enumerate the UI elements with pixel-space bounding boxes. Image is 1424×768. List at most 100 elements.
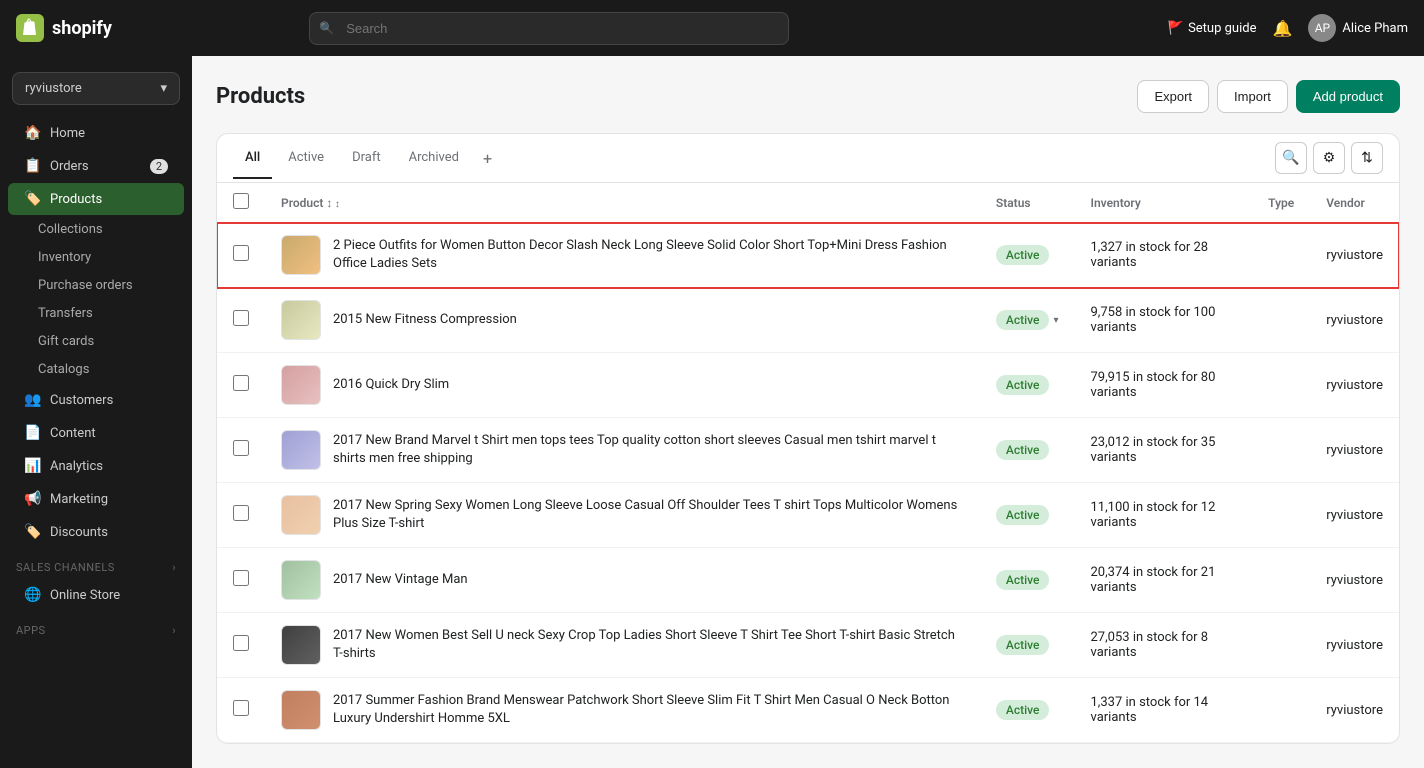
inventory-cell: 9,758 in stock for 100 variants [1075, 288, 1253, 353]
status-badge: Active [996, 375, 1050, 395]
select-all-checkbox[interactable] [233, 193, 249, 209]
type-cell [1252, 353, 1310, 418]
sidebar-subitem-inventory[interactable]: Inventory [8, 244, 184, 271]
row-checkbox[interactable] [233, 570, 249, 586]
product-thumbnail [281, 625, 321, 665]
add-product-button[interactable]: Add product [1296, 80, 1400, 113]
row-checkbox[interactable] [233, 245, 249, 261]
sidebar-item-customers[interactable]: 👥 Customers [8, 384, 184, 416]
online-store-icon: 🌐 [24, 587, 40, 603]
notifications-button[interactable]: 🔔 [1272, 19, 1292, 38]
column-vendor: Vendor [1310, 183, 1399, 223]
table-row[interactable]: 2016 Quick Dry SlimActive79,915 in stock… [217, 353, 1399, 418]
row-checkbox[interactable] [233, 375, 249, 391]
sidebar-subitem-collections[interactable]: Collections [8, 216, 184, 243]
store-selector[interactable]: ryviustore ▾ [12, 72, 180, 105]
tab-active[interactable]: Active [276, 138, 336, 179]
export-button[interactable]: Export [1137, 80, 1209, 113]
table-row[interactable]: 2017 Summer Fashion Brand Menswear Patch… [217, 678, 1399, 743]
orders-badge: 2 [150, 159, 168, 174]
sidebar-item-online-store[interactable]: 🌐 Online Store [8, 579, 184, 611]
sidebar-item-orders[interactable]: 📋 Orders 2 [8, 150, 184, 182]
sales-channels-label: Sales channels › [0, 549, 192, 578]
topnav-right: 🚩 Setup guide 🔔 AP Alice Pham [1168, 14, 1408, 42]
sidebar-item-label: Home [50, 126, 85, 141]
customers-icon: 👥 [24, 392, 40, 408]
sidebar-item-products[interactable]: 🏷️ Products [8, 183, 184, 215]
tab-draft[interactable]: Draft [340, 138, 393, 179]
status-dropdown-icon[interactable]: ▾ [1053, 315, 1058, 326]
sidebar-subitem-gift-cards[interactable]: Gift cards [8, 328, 184, 355]
row-checkbox[interactable] [233, 700, 249, 716]
status-badge: Active [996, 310, 1050, 330]
row-checkbox[interactable] [233, 440, 249, 456]
setup-guide-button[interactable]: 🚩 Setup guide [1168, 21, 1257, 36]
row-checkbox[interactable] [233, 310, 249, 326]
sidebar-subitem-catalogs[interactable]: Catalogs [8, 356, 184, 383]
product-thumbnail [281, 495, 321, 535]
sidebar-item-content[interactable]: 📄 Content [8, 417, 184, 449]
chevron-down-icon: ▾ [160, 81, 167, 96]
product-name: 2017 Summer Fashion Brand Menswear Patch… [333, 692, 964, 728]
table-row[interactable]: 2017 New Women Best Sell U neck Sexy Cro… [217, 613, 1399, 678]
header-actions: Export Import Add product [1137, 80, 1400, 113]
top-navigation: shopify 🚩 Setup guide 🔔 AP Alice Pham [0, 0, 1424, 56]
vendor-cell: ryviustore [1310, 548, 1399, 613]
sidebar-item-marketing[interactable]: 📢 Marketing [8, 483, 184, 515]
user-name: Alice Pham [1342, 21, 1408, 36]
table-row[interactable]: 2017 New Brand Marvel t Shirt men tops t… [217, 418, 1399, 483]
inventory-cell: 20,374 in stock for 21 variants [1075, 548, 1253, 613]
column-product[interactable]: Product ↕ [265, 183, 980, 223]
search-bar[interactable] [309, 12, 789, 45]
sidebar-item-discounts[interactable]: 🏷️ Discounts [8, 516, 184, 548]
sidebar-item-label: Analytics [50, 459, 103, 474]
table-row[interactable]: 2017 New Spring Sexy Women Long Sleeve L… [217, 483, 1399, 548]
import-button[interactable]: Import [1217, 80, 1288, 113]
product-name: 2017 New Women Best Sell U neck Sexy Cro… [333, 627, 964, 663]
inventory-cell: 11,100 in stock for 12 variants [1075, 483, 1253, 548]
product-name: 2017 New Brand Marvel t Shirt men tops t… [333, 432, 964, 468]
apps-expand-icon[interactable]: › [172, 624, 176, 637]
sidebar-item-label: Marketing [50, 492, 108, 507]
vendor-cell: ryviustore [1310, 613, 1399, 678]
inventory-cell: 1,337 in stock for 14 variants [1075, 678, 1253, 743]
flag-icon: 🚩 [1168, 21, 1184, 36]
vendor-cell: ryviustore [1310, 418, 1399, 483]
store-name: ryviustore [25, 81, 82, 96]
table-row[interactable]: 2015 New Fitness CompressionActive▾9,758… [217, 288, 1399, 353]
sidebar-item-home[interactable]: 🏠 Home [8, 117, 184, 149]
row-checkbox[interactable] [233, 505, 249, 521]
column-inventory: Inventory [1075, 183, 1253, 223]
table-row[interactable]: 2017 New Vintage ManActive20,374 in stoc… [217, 548, 1399, 613]
type-cell [1252, 223, 1310, 288]
table-row[interactable]: 2 Piece Outfits for Women Button Decor S… [217, 223, 1399, 288]
product-thumbnail [281, 690, 321, 730]
search-filter-button[interactable]: 🔍 [1275, 142, 1307, 174]
sidebar-subitem-purchase-orders[interactable]: Purchase orders [8, 272, 184, 299]
type-cell [1252, 483, 1310, 548]
sidebar-item-analytics[interactable]: 📊 Analytics [8, 450, 184, 482]
shopify-logo[interactable]: shopify [16, 14, 112, 42]
home-icon: 🏠 [24, 125, 40, 141]
expand-icon[interactable]: › [172, 561, 176, 574]
user-menu[interactable]: AP Alice Pham [1308, 14, 1408, 42]
avatar: AP [1308, 14, 1336, 42]
products-card: All Active Draft Archived + 🔍 ⚙ ⇅ [216, 133, 1400, 744]
search-input[interactable] [309, 12, 789, 45]
sidebar-subitem-transfers[interactable]: Transfers [8, 300, 184, 327]
sort-button[interactable]: ⇅ [1351, 142, 1383, 174]
row-checkbox[interactable] [233, 635, 249, 651]
tab-all[interactable]: All [233, 138, 272, 179]
orders-icon: 📋 [24, 158, 40, 174]
logo-text: shopify [52, 18, 112, 39]
status-badge: Active [996, 440, 1050, 460]
add-tab-button[interactable]: + [475, 141, 500, 176]
tab-archived[interactable]: Archived [397, 138, 471, 179]
sidebar: ryviustore ▾ 🏠 Home 📋 Orders 2 🏷️ Produc… [0, 56, 192, 768]
sidebar-item-label: Customers [50, 393, 113, 408]
inventory-cell: 23,012 in stock for 35 variants [1075, 418, 1253, 483]
sidebar-item-label: Content [50, 426, 96, 441]
product-name: 2016 Quick Dry Slim [333, 376, 449, 394]
sidebar-item-label: Discounts [50, 525, 108, 540]
filter-button[interactable]: ⚙ [1313, 142, 1345, 174]
